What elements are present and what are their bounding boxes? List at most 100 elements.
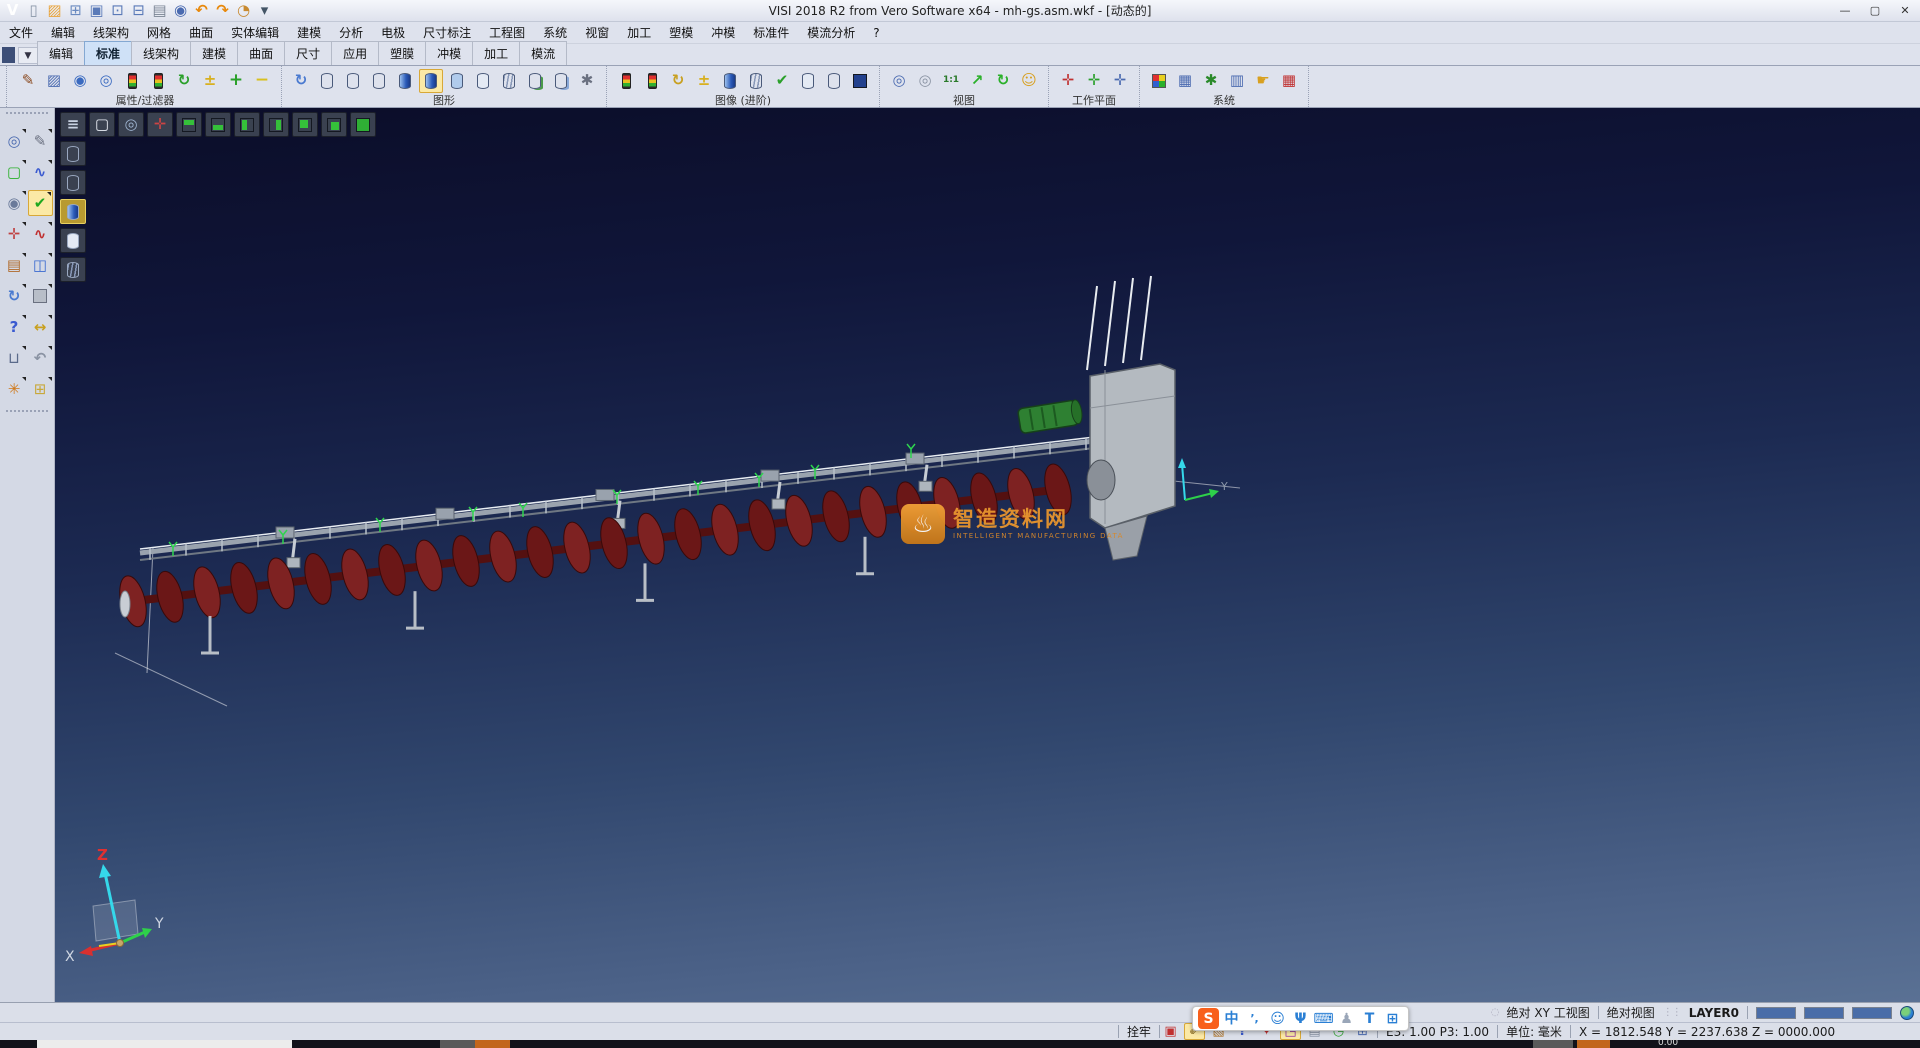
shade-settings-icon[interactable]: ✱ [575,69,599,93]
vp-menu-icon[interactable]: ≡ [60,112,86,137]
window-layout-icon[interactable]: ◫ [28,252,53,278]
workplane-edit-icon[interactable]: ✛ [1082,69,1106,93]
select-frame-icon[interactable]: ▢ [2,159,27,185]
new-file-icon[interactable]: ▯ [24,2,43,20]
workplane-multi-icon[interactable]: ✛ [1108,69,1132,93]
ghost-cylinder-icon[interactable] [471,69,495,93]
vp-frame-icon[interactable]: ▢ [89,112,115,137]
trash-icon[interactable]: ⊔ [2,345,27,371]
import-file-icon[interactable]: ⊞ [66,2,85,20]
system-colors-icon[interactable] [1147,69,1171,93]
model-motor[interactable] [1018,399,1084,434]
redo-icon[interactable]: ↷ [213,2,232,20]
viewport-canvas[interactable]: Y Z X Y ≡▢◎✛ ♨ 智造资料网 INTELLIGENT MANUFAC… [55,108,1920,1002]
curve-blue-icon[interactable]: ∿ [28,159,53,185]
undo-gray-icon[interactable]: ↶ [28,345,53,371]
model-end-flange[interactable] [120,591,130,617]
strip-hiddenline-icon[interactable] [60,170,86,195]
vp-view-front-icon[interactable] [234,112,260,137]
attribute-image-icon[interactable]: ▨ [42,69,66,93]
strip-ghost-icon[interactable] [60,228,86,253]
visibility-toggle-icon[interactable]: ± [198,69,222,93]
vp-view-left-icon[interactable] [292,112,318,137]
tab-线架构[interactable]: 线架构 [131,41,191,65]
qat-dropdown-icon[interactable]: ▾ [255,2,274,20]
tab-塑膜[interactable]: 塑膜 [378,41,426,65]
status-lock-icon[interactable]: ▣ [1160,1023,1181,1040]
vp-axes-icon[interactable]: ✛ [147,112,173,137]
adv-lights-add-icon[interactable] [614,69,638,93]
minimize-button[interactable]: — [1830,1,1860,21]
menu-item-模流分析[interactable]: 模流分析 [798,21,864,44]
sogou-logo[interactable]: S [1198,1008,1219,1029]
save-as-icon[interactable]: ⊡ [108,2,127,20]
system-matrix-icon[interactable]: ▦ [1277,69,1301,93]
adv-note-cylinder-icon[interactable] [796,69,820,93]
menu-item-文件[interactable]: 文件 [0,21,42,44]
strip-shaded-icon[interactable] [60,199,86,224]
vp-zoom-icon[interactable]: ◎ [118,112,144,137]
tab-编辑[interactable]: 编辑 [37,41,85,65]
close-button[interactable]: ✕ [1890,1,1920,21]
attribute-library-icon[interactable]: ▤ [2,252,27,278]
vp-view-iso-icon[interactable] [350,112,376,137]
vp-view-bottom-icon[interactable] [205,112,231,137]
tab-应用[interactable]: 应用 [331,41,379,65]
view-zoom-icon[interactable]: ◎ [887,69,911,93]
menu-item-加工[interactable]: 加工 [618,21,660,44]
tab-加工[interactable]: 加工 [472,41,520,65]
copy-shade-icon[interactable] [549,69,573,93]
system-pick-icon[interactable]: ☛ [1251,69,1275,93]
transparent-cylinder-icon[interactable] [445,69,469,93]
ime-mic-icon[interactable]: Ψ [1290,1008,1311,1029]
adv-lights-icon[interactable] [640,69,664,93]
adv-toggle-icon[interactable]: ± [692,69,716,93]
hide-entities-icon[interactable]: ◎ [94,69,118,93]
ime-toolbox-icon[interactable]: ⊞ [1382,1008,1403,1029]
shaded-edges-cylinder-icon[interactable] [419,69,443,93]
attribute-paint-icon[interactable]: ✎ [16,69,40,93]
undo-icon[interactable]: ↶ [192,2,211,20]
curve-red-icon[interactable]: ∿ [28,221,53,247]
layer-indicator[interactable]: LAYER0 [1689,1006,1739,1020]
tab-dropdown-icon[interactable]: ▼ [18,47,38,64]
menu-item-冲模[interactable]: 冲模 [702,21,744,44]
vp-view-top-icon[interactable] [176,112,202,137]
shaded-cylinder-icon[interactable] [393,69,417,93]
ime-emoji-icon[interactable]: ☺ [1267,1008,1288,1029]
tab-尺寸[interactable]: 尺寸 [284,41,332,65]
absolute-view-label[interactable]: 绝对视图 [1607,1004,1655,1021]
save-icon[interactable]: ▣ [87,2,106,20]
traffic-filter2-icon[interactable] [146,69,170,93]
adv-cube-icon[interactable] [848,69,872,93]
adv-wire-cylinder-icon[interactable] [822,69,846,93]
hiddenline-cylinder-icon[interactable] [341,69,365,93]
navigator-wheel-icon[interactable]: ✳ [2,376,27,402]
hide-all-icon[interactable]: − [250,69,274,93]
regen-icon[interactable]: ↻ [2,283,27,309]
mesh-cylinder-icon[interactable] [497,69,521,93]
tab-标准[interactable]: 标准 [84,41,132,65]
traffic-filter-icon[interactable] [120,69,144,93]
vp-view-right-icon[interactable] [321,112,347,137]
ime-shirt-icon[interactable]: T [1359,1008,1380,1029]
zoom-dynamic-icon[interactable]: ◉ [2,190,27,216]
ime-punct-icon[interactable]: ’, [1244,1008,1265,1029]
view-scale-1to1-icon[interactable]: 1:1 [939,69,963,93]
zoom-window-icon[interactable]: ◎ [2,128,27,154]
dashed-cylinder-icon[interactable] [367,69,391,93]
open-folder-icon[interactable]: ▨ [45,2,64,20]
tab-模流[interactable]: 模流 [519,41,567,65]
vp-view-back-icon[interactable] [263,112,289,137]
system-tools-icon[interactable]: ✱ [1199,69,1223,93]
ime-person-icon[interactable]: ♟ [1336,1008,1357,1029]
assembly-shade-icon[interactable] [523,69,547,93]
ucs-axes-icon[interactable]: ✛ [2,221,27,247]
measure-icon[interactable]: ↔ [28,314,53,340]
system-panel-icon[interactable]: ▦ [1173,69,1197,93]
visi-logo[interactable]: V [3,2,22,20]
view-rotate-icon[interactable]: ↻ [991,69,1015,93]
menu-item-?[interactable]: ? [864,23,888,43]
print-icon[interactable]: ▤ [150,2,169,20]
menu-item-塑模[interactable]: 塑模 [660,21,702,44]
